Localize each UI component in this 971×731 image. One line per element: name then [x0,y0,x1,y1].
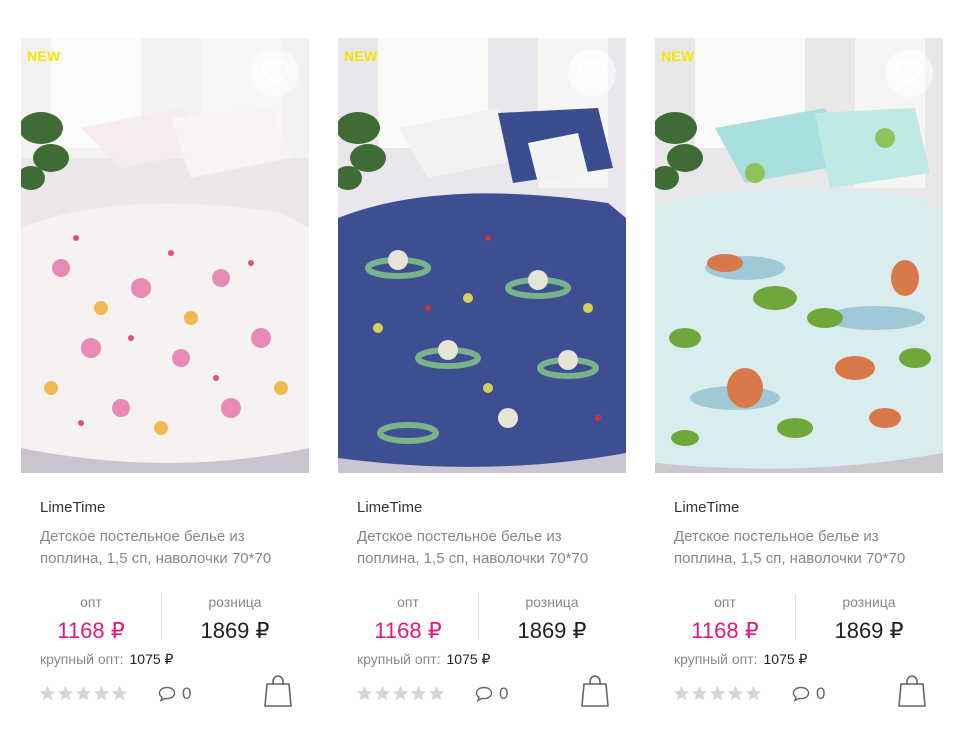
wholesale-price: 1168 ₽ [691,618,759,643]
product-brand[interactable]: LimeTime [674,499,739,516]
star-icon[interactable] [75,685,92,701]
heart-icon [579,61,605,85]
product-title[interactable]: Детское постельное белье из поплина, 1,5… [674,526,934,570]
comments-link[interactable]: 0 [158,684,191,704]
add-to-cart-button[interactable] [263,674,293,708]
bulk-label: крупный опт: [40,651,124,667]
retail-label: розница [208,594,262,610]
bulk-label: крупный опт: [357,651,441,667]
star-icon[interactable] [727,685,744,701]
star-icon[interactable] [709,685,726,701]
heart-icon [896,61,922,85]
retail-label: розница [525,594,579,610]
price-divider [478,594,479,640]
speech-bubble-icon [792,686,810,702]
product-title[interactable]: Детское постельное белье из поплина, 1,5… [357,526,617,570]
star-icon[interactable] [410,685,427,701]
product-image[interactable]: NEW [338,38,626,473]
shopping-bag-icon [581,675,609,707]
retail-price: 1869 ₽ [517,618,587,643]
retail-price: 1869 ₽ [834,618,904,643]
favorite-button[interactable] [885,49,933,97]
star-icon[interactable] [428,685,445,701]
star-icon[interactable] [374,685,391,701]
speech-bubble-icon [475,686,493,702]
bulk-price-row: крупный опт: 1075 ₽ [357,651,490,668]
new-badge: NEW [27,48,61,64]
rating-stars[interactable] [356,685,445,701]
rating-stars[interactable] [673,685,762,701]
heart-icon [262,61,288,85]
retail-price: 1869 ₽ [200,618,270,643]
wholesale-price: 1168 ₽ [374,618,442,643]
product-brand[interactable]: LimeTime [357,499,422,516]
favorite-button[interactable] [568,49,616,97]
retail-label: розница [842,594,896,610]
product-title[interactable]: Детское постельное белье из поплина, 1,5… [40,526,300,570]
comment-count: 0 [182,684,192,703]
star-icon[interactable] [745,685,762,701]
wholesale-label: опт [80,594,102,610]
bulk-price: 1075 ₽ [763,651,808,667]
bulk-label: крупный опт: [674,651,758,667]
star-icon[interactable] [691,685,708,701]
comment-count: 0 [499,684,509,703]
comment-count: 0 [816,684,826,703]
product-image[interactable]: NEW [21,38,309,473]
product-brand[interactable]: LimeTime [40,499,105,516]
new-badge: NEW [661,48,695,64]
comments-link[interactable]: 0 [475,684,508,704]
star-icon[interactable] [356,685,373,701]
product-card[interactable]: NEW LimeTime Детское постельное белье из… [21,38,309,731]
product-card[interactable]: NEW LimeTime Детское постельное белье из… [338,38,626,731]
bulk-price: 1075 ₽ [446,651,491,667]
comments-link[interactable]: 0 [792,684,825,704]
star-icon[interactable] [673,685,690,701]
favorite-button[interactable] [251,49,299,97]
new-badge: NEW [344,48,378,64]
price-divider [795,594,796,640]
product-image[interactable]: NEW [655,38,943,473]
bulk-price-row: крупный опт: 1075 ₽ [674,651,807,668]
rating-stars[interactable] [39,685,128,701]
bulk-price: 1075 ₽ [129,651,174,667]
star-icon[interactable] [93,685,110,701]
price-divider [161,594,162,640]
speech-bubble-icon [158,686,176,702]
star-icon[interactable] [57,685,74,701]
star-icon[interactable] [111,685,128,701]
wholesale-label: опт [397,594,419,610]
product-card[interactable]: NEW LimeTime Детское постельное белье из… [655,38,943,731]
wholesale-price: 1168 ₽ [57,618,125,643]
wholesale-label: опт [714,594,736,610]
bulk-price-row: крупный опт: 1075 ₽ [40,651,173,668]
star-icon[interactable] [392,685,409,701]
add-to-cart-button[interactable] [897,674,927,708]
add-to-cart-button[interactable] [580,674,610,708]
star-icon[interactable] [39,685,56,701]
shopping-bag-icon [898,675,926,707]
shopping-bag-icon [264,675,292,707]
